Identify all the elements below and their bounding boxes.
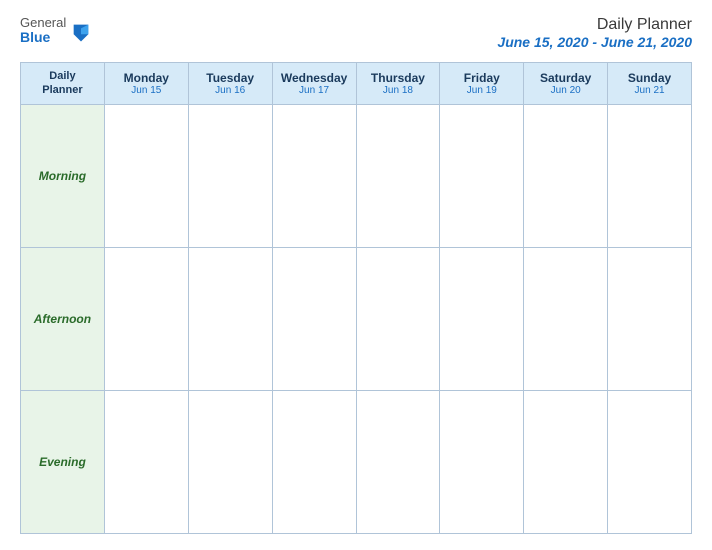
evening-label: Evening [21, 390, 105, 533]
calendar-table: Daily Planner Monday Jun 15 Tuesday Jun … [20, 62, 692, 534]
saturday-header: Saturday Jun 20 [524, 63, 608, 105]
logo-general: General [20, 16, 66, 30]
morning-row: Morning [21, 104, 692, 247]
evening-monday[interactable] [104, 390, 188, 533]
evening-sunday[interactable] [608, 390, 692, 533]
sunday-header: Sunday Jun 21 [608, 63, 692, 105]
page: General Blue Daily Planner June 15, 2020… [0, 0, 712, 550]
daily-planner-header: Daily Planner [21, 63, 105, 105]
afternoon-friday[interactable] [440, 247, 524, 390]
header: General Blue Daily Planner June 15, 2020… [20, 16, 692, 50]
morning-thursday[interactable] [356, 104, 440, 247]
tuesday-header: Tuesday Jun 16 [188, 63, 272, 105]
evening-row: Evening [21, 390, 692, 533]
afternoon-wednesday[interactable] [272, 247, 356, 390]
logo: General Blue [20, 16, 92, 46]
wednesday-header: Wednesday Jun 17 [272, 63, 356, 105]
evening-thursday[interactable] [356, 390, 440, 533]
title-block: Daily Planner June 15, 2020 - June 21, 2… [497, 16, 692, 50]
morning-label: Morning [21, 104, 105, 247]
morning-tuesday[interactable] [188, 104, 272, 247]
afternoon-row: Afternoon [21, 247, 692, 390]
afternoon-label: Afternoon [21, 247, 105, 390]
page-title: Daily Planner [497, 16, 692, 34]
evening-saturday[interactable] [524, 390, 608, 533]
afternoon-sunday[interactable] [608, 247, 692, 390]
morning-monday[interactable] [104, 104, 188, 247]
morning-friday[interactable] [440, 104, 524, 247]
logo-blue: Blue [20, 30, 66, 45]
afternoon-tuesday[interactable] [188, 247, 272, 390]
friday-header: Friday Jun 19 [440, 63, 524, 105]
morning-saturday[interactable] [524, 104, 608, 247]
logo-icon [70, 21, 92, 43]
logo-text: General Blue [20, 16, 66, 46]
morning-sunday[interactable] [608, 104, 692, 247]
afternoon-thursday[interactable] [356, 247, 440, 390]
date-range: June 15, 2020 - June 21, 2020 [497, 34, 692, 50]
evening-wednesday[interactable] [272, 390, 356, 533]
daily-label: Daily [25, 69, 100, 83]
evening-tuesday[interactable] [188, 390, 272, 533]
header-row: Daily Planner Monday Jun 15 Tuesday Jun … [21, 63, 692, 105]
thursday-header: Thursday Jun 18 [356, 63, 440, 105]
evening-friday[interactable] [440, 390, 524, 533]
afternoon-saturday[interactable] [524, 247, 608, 390]
afternoon-monday[interactable] [104, 247, 188, 390]
morning-wednesday[interactable] [272, 104, 356, 247]
monday-header: Monday Jun 15 [104, 63, 188, 105]
planner-label: Planner [25, 83, 100, 97]
